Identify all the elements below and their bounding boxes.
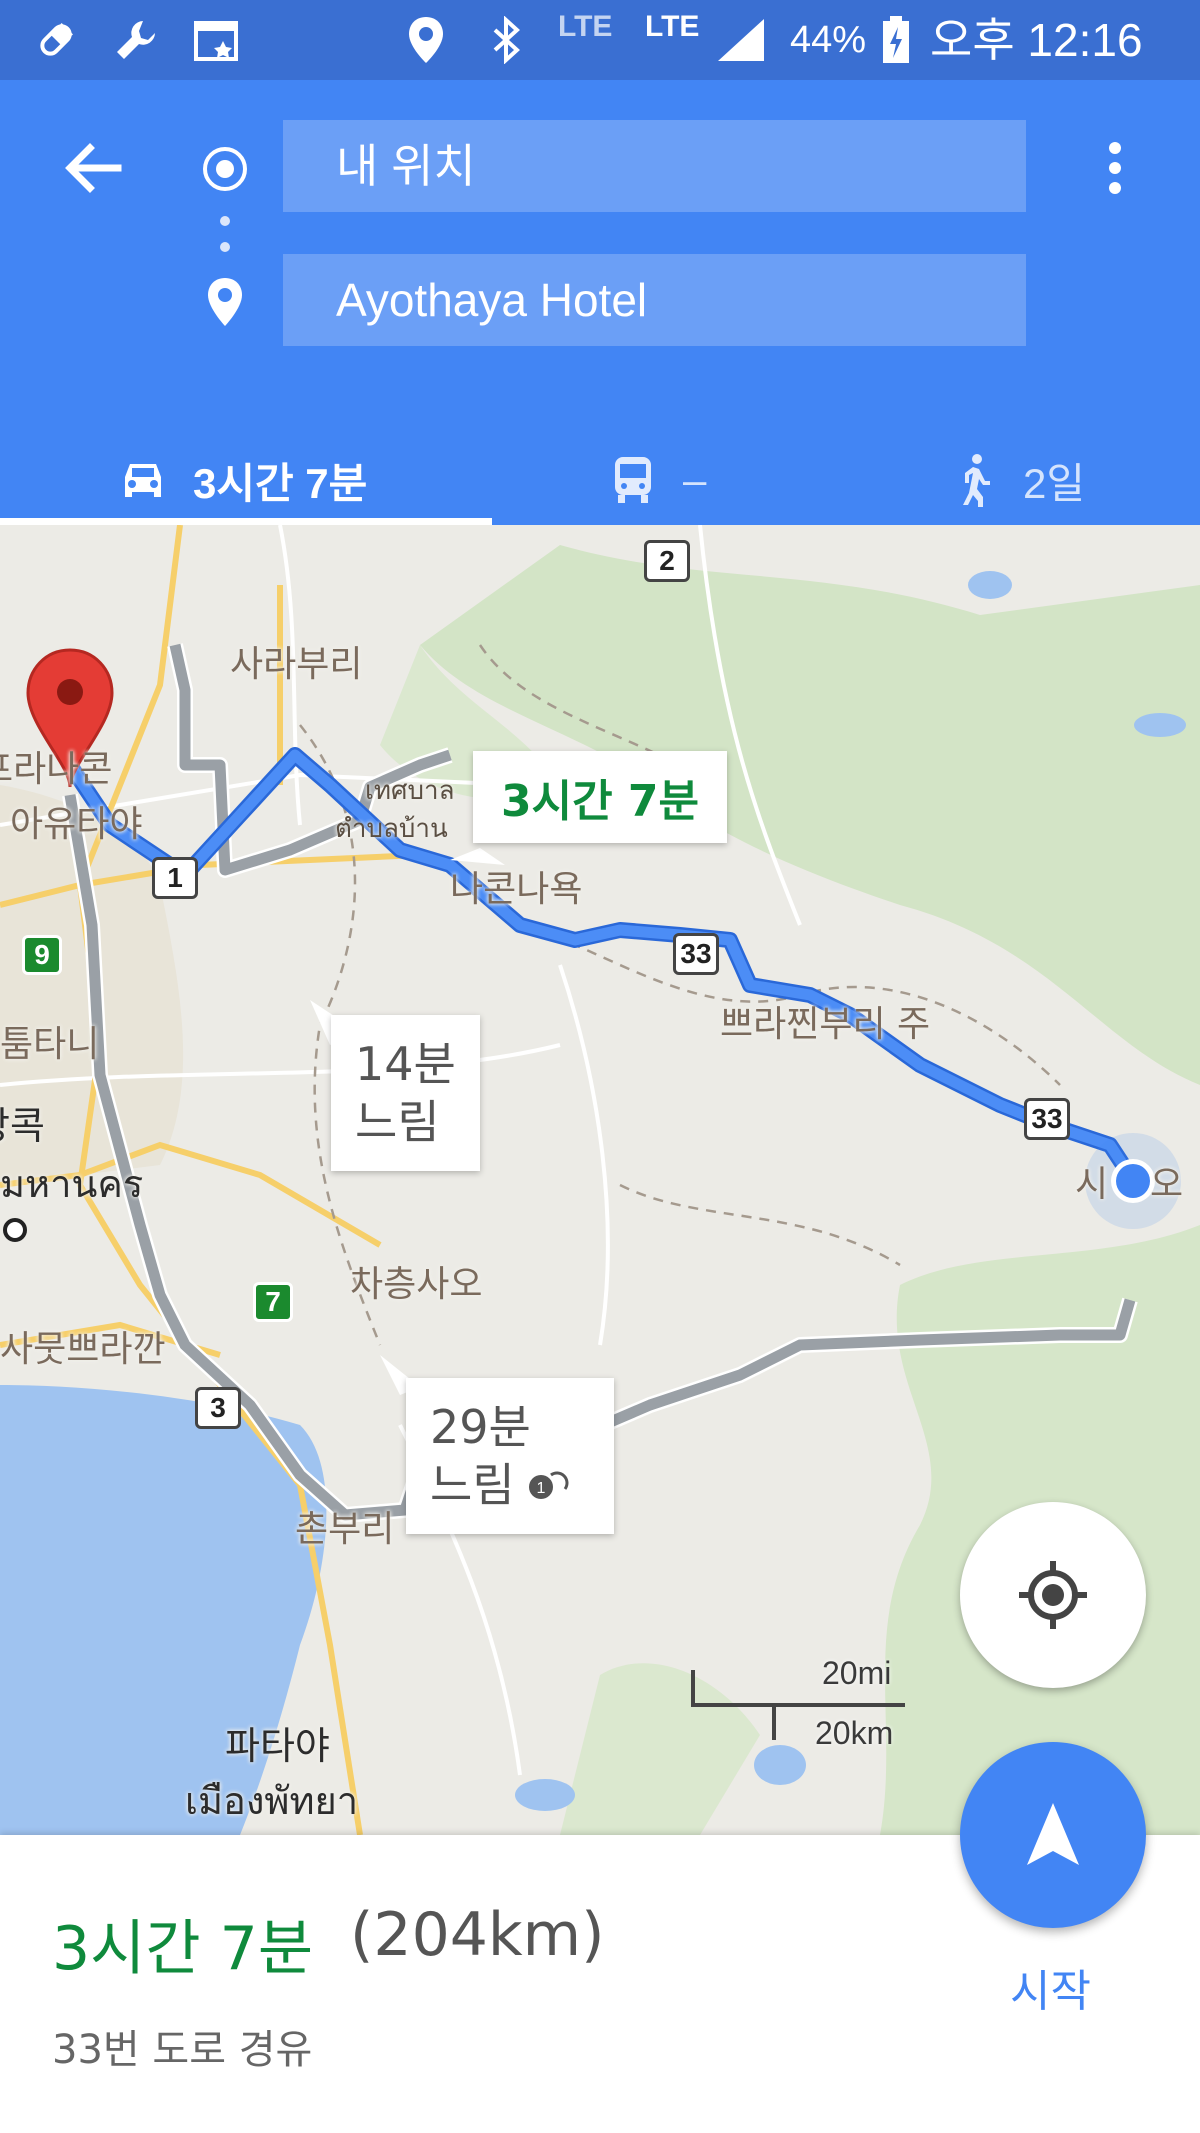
battery-charging-icon — [870, 14, 922, 66]
start-navigation-button[interactable] — [960, 1742, 1146, 1928]
pill-icon — [30, 14, 82, 66]
tab-driving-label: 3시간 7분 — [193, 459, 368, 507]
map-label: 쁘라찐부리 주 — [720, 1004, 931, 1045]
map-label: ตำบลบ้าน — [335, 814, 448, 844]
wrench-icon — [110, 14, 162, 66]
my-location-button[interactable] — [960, 1502, 1146, 1688]
alt-route-2-callout[interactable]: 29분 느림 1 — [406, 1378, 614, 1534]
destination-field[interactable]: Ayothaya Hotel — [283, 254, 1026, 346]
map-label: 차층사오 — [350, 1264, 483, 1305]
more-vert-icon — [1109, 142, 1121, 194]
map-label: 오 — [1150, 1164, 1184, 1205]
map-label: 시 — [1075, 1164, 1109, 1205]
route-shield-green: 9 — [22, 935, 62, 975]
directions-header: 내 위치 Ayothaya Hotel 3시간 7분 – 2일 — [0, 80, 1200, 525]
summary-distance: (204km) — [350, 1900, 605, 1970]
route-shield: 2 — [644, 540, 690, 582]
lake — [1134, 713, 1186, 737]
alt-route-2-status: 느림 — [430, 1458, 515, 1512]
walk-icon — [945, 452, 1001, 508]
tab-driving[interactable]: 3시간 7분 — [115, 435, 367, 525]
alt-route-1-callout[interactable]: 14분 느림 — [331, 1015, 480, 1171]
map-label: 나콘나욕 — [450, 869, 583, 910]
lake — [515, 1779, 575, 1811]
navigation-arrow-icon — [1027, 1803, 1079, 1865]
transit-icon — [605, 452, 661, 508]
map-label: 사뭇쁘라깐 — [0, 1329, 166, 1370]
route-shield-green: 7 — [253, 1282, 293, 1322]
battery-percent: 44% — [790, 19, 867, 61]
city-marker-icon — [3, 1218, 27, 1242]
bluetooth-icon — [480, 14, 532, 66]
signal-icon — [715, 14, 767, 66]
status-bar: LTE LTE 44% 오후 12:16 — [0, 0, 1200, 80]
forest-area — [560, 1663, 760, 1835]
tab-walking[interactable]: 2일 — [945, 435, 1085, 525]
network-label-1: LTE — [558, 10, 613, 43]
scale-miles: 20mi — [822, 1655, 892, 1691]
map-label: เมืองพัทยา — [185, 1779, 359, 1823]
calendar-star-icon — [190, 14, 242, 66]
car-icon — [115, 452, 171, 508]
map-view[interactable]: 사라부리 เทศบาล ตำบลบ้าน 나콘나욕 쁘라찐부리 주 프라나콘 아… — [0, 525, 1200, 1835]
origin-circle-icon — [203, 147, 247, 191]
map-label: 아유타야 — [10, 804, 143, 845]
map-label: เทศบาล — [365, 776, 455, 806]
start-label[interactable]: 시작 — [1010, 1955, 1091, 2019]
alt-route-2-time: 29분 — [430, 1400, 531, 1454]
map-label: 툼타니 — [0, 1024, 100, 1065]
route-dots-icon — [220, 216, 230, 252]
current-location-dot — [1116, 1164, 1150, 1198]
back-button[interactable] — [52, 128, 132, 208]
svg-text:1: 1 — [536, 1480, 545, 1497]
alt-route-1-status: 느림 — [355, 1095, 440, 1149]
map-label: 프라나콘 — [0, 749, 113, 790]
summary-via: 33번 도로 경유 — [52, 2027, 313, 2073]
map-label: 방콕 — [0, 1104, 45, 1148]
origin-field[interactable]: 내 위치 — [283, 120, 1026, 212]
map-label: 사라부리 — [230, 644, 363, 685]
map-label: 촌부리 — [295, 1509, 395, 1550]
clock: 오후 12:16 — [930, 14, 1143, 66]
primary-route-callout[interactable]: 3시간 7분 — [473, 751, 727, 843]
travel-mode-tabs: 3시간 7분 – 2일 — [0, 435, 1200, 525]
summary-duration: 3시간 7분 — [52, 1914, 314, 1984]
location-pin-icon — [400, 14, 452, 66]
scale-kilometers: 20km — [815, 1715, 894, 1751]
map-label: มหานคร — [0, 1162, 144, 1206]
route-shield: 33 — [1024, 1098, 1070, 1140]
lake — [754, 1745, 806, 1785]
toll-icon: 1 — [528, 1471, 569, 1499]
more-options-button[interactable] — [1085, 128, 1145, 208]
route-shield: 3 — [195, 1387, 241, 1429]
destination-pin-icon — [208, 278, 242, 326]
map-label: 파타야 — [225, 1724, 330, 1768]
arrow-back-icon — [65, 143, 122, 193]
lake — [968, 571, 1012, 599]
crosshair-icon — [1019, 1561, 1087, 1629]
tab-transit-label: – — [683, 456, 707, 503]
tab-transit[interactable]: – — [605, 435, 706, 525]
tab-walking-label: 2일 — [1023, 459, 1085, 507]
selected-tab-indicator — [0, 518, 492, 525]
network-label-2: LTE — [645, 10, 700, 43]
route-shield: 33 — [673, 933, 719, 975]
route-shield: 1 — [152, 857, 198, 899]
alt-route-1-time: 14분 — [355, 1037, 456, 1091]
